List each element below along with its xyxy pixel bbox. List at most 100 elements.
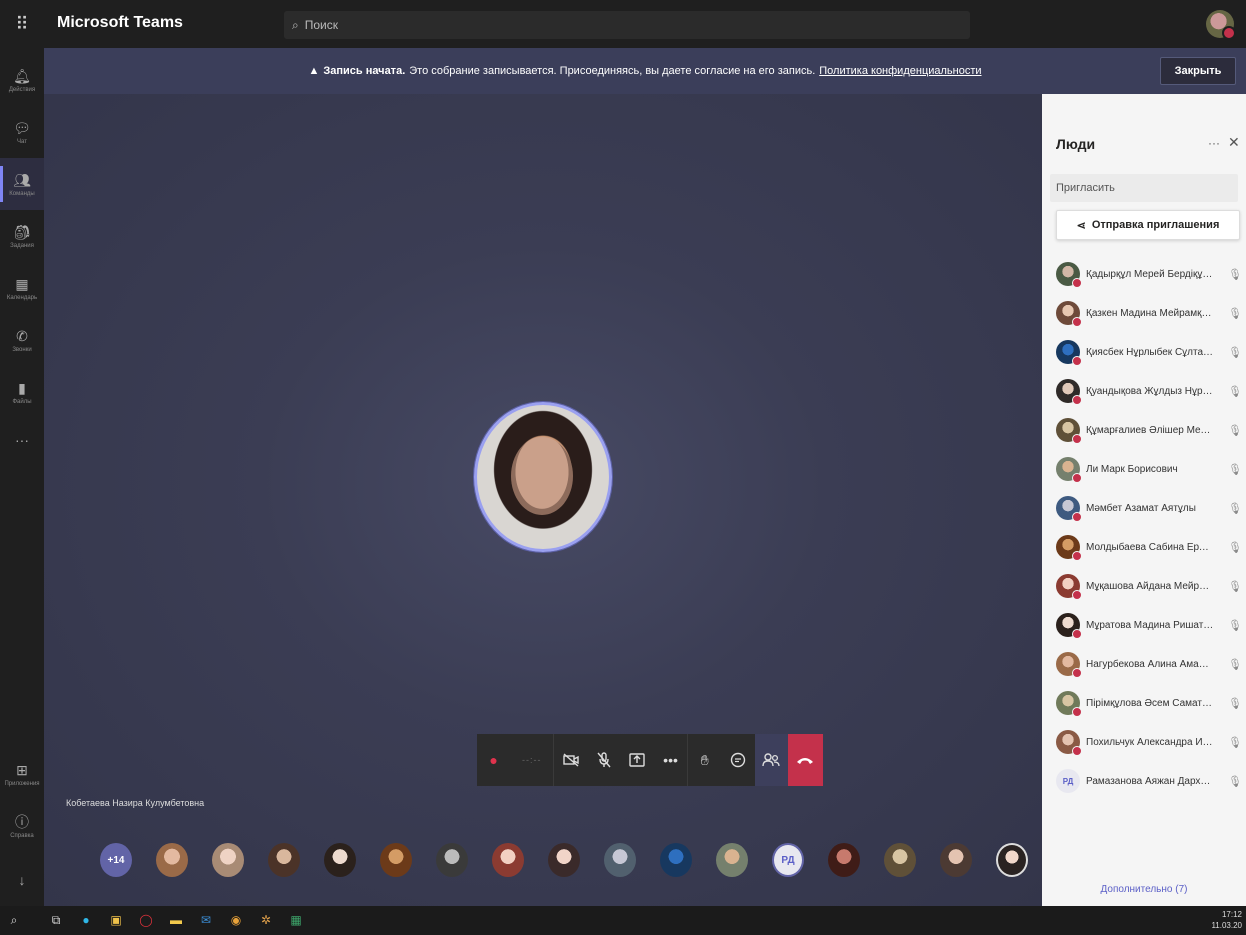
more-participants-badge[interactable]: +14 bbox=[100, 843, 132, 877]
meeting-chat-icon[interactable] bbox=[721, 734, 754, 786]
participant-thumb[interactable] bbox=[212, 843, 244, 877]
avatar bbox=[1056, 652, 1082, 678]
download-icon[interactable]: ↓ bbox=[0, 854, 44, 906]
edge-icon[interactable]: ● bbox=[78, 912, 94, 928]
invite-input[interactable]: Пригласить bbox=[1050, 174, 1238, 202]
list-item[interactable]: Молдыбаева Сабина Ерлан... 🎙︎ bbox=[1042, 528, 1246, 566]
avatar bbox=[1056, 340, 1082, 366]
close-icon[interactable]: ✕ bbox=[1228, 134, 1240, 151]
speaker-name: Кобетаева Назира Кулумбетовна bbox=[66, 798, 205, 808]
mic-off-icon[interactable] bbox=[587, 734, 620, 786]
mic-off-icon: 🎙︎ bbox=[1228, 346, 1242, 359]
raise-hand-icon[interactable]: ✋︎ bbox=[688, 734, 721, 786]
phone-icon: ✆ bbox=[16, 327, 28, 344]
rail-item-apps[interactable]: ⊞ Приложения bbox=[0, 748, 44, 800]
avatar bbox=[1056, 730, 1082, 756]
list-item[interactable]: Қиясбек Нұрлыбек Сұлтан... 🎙︎ bbox=[1042, 333, 1246, 371]
mic-off-icon: 🎙︎ bbox=[1228, 502, 1242, 515]
speaker-avatar[interactable] bbox=[474, 402, 612, 552]
list-item[interactable]: Мұқашова Айдана Мейрам... 🎙︎ bbox=[1042, 567, 1246, 605]
camera-off-icon[interactable] bbox=[554, 734, 587, 786]
participant-thumb[interactable] bbox=[660, 843, 692, 877]
privacy-policy-link[interactable]: Политика конфиденциальности bbox=[819, 65, 981, 77]
meeting-stage: Кобетаева Назира Кулумбетовна ● --:-- ••… bbox=[44, 94, 1042, 906]
participants-icon[interactable] bbox=[754, 734, 788, 786]
close-banner-button[interactable]: Закрыть bbox=[1160, 57, 1236, 85]
list-item[interactable]: Ли Марк Борисович 🎙︎ bbox=[1042, 450, 1246, 488]
rail-more-icon[interactable]: ··· bbox=[0, 414, 44, 466]
store-icon[interactable]: ▣ bbox=[108, 912, 124, 928]
mail-icon[interactable]: ✉︎ bbox=[198, 912, 214, 928]
mic-off-icon: 🎙︎ bbox=[1228, 580, 1242, 593]
task-view-icon[interactable]: ⧉ bbox=[48, 912, 64, 928]
search-input[interactable]: ⌕ Поиск bbox=[284, 11, 970, 39]
participant-thumb[interactable] bbox=[436, 843, 468, 877]
mic-off-icon: 🎙︎ bbox=[1228, 775, 1242, 788]
more-options-icon[interactable]: ··· bbox=[1208, 136, 1220, 150]
participant-thumb[interactable] bbox=[268, 843, 300, 877]
list-item[interactable]: Құмарғалиев Әлішер Меде... 🎙︎ bbox=[1042, 411, 1246, 449]
list-item[interactable]: Пірімқұлова Әсем Саматқы... 🎙︎ bbox=[1042, 684, 1246, 722]
list-item[interactable]: Нагурбекова Алина Аманге... 🎙︎ bbox=[1042, 645, 1246, 683]
participant-thumb[interactable] bbox=[548, 843, 580, 877]
mic-off-icon: 🎙︎ bbox=[1228, 424, 1242, 437]
rail-item-help[interactable]: ⓘ Справка bbox=[0, 800, 44, 852]
participant-thumb[interactable] bbox=[996, 843, 1028, 877]
app-icon[interactable]: ✲ bbox=[258, 912, 274, 928]
send-invite-button[interactable]: ⋖ Отправка приглашения bbox=[1056, 210, 1240, 240]
list-item[interactable]: Похильчук Александра Ив... 🎙︎ bbox=[1042, 723, 1246, 761]
hang-up-button[interactable] bbox=[787, 734, 824, 786]
list-item[interactable]: Қуандықова Жұлдыз Нұры... 🎙︎ bbox=[1042, 372, 1246, 410]
system-clock[interactable]: 17:12 11.03.20 bbox=[1211, 909, 1242, 931]
share-screen-icon[interactable] bbox=[621, 734, 654, 786]
mic-off-icon: 🎙︎ bbox=[1228, 463, 1242, 476]
mic-off-icon: 🎙︎ bbox=[1228, 736, 1242, 749]
show-more-link[interactable]: Дополнительно (7) bbox=[1042, 884, 1246, 895]
chat-icon: 💬︎ bbox=[13, 119, 31, 136]
avatar bbox=[1056, 613, 1082, 639]
rail-item-calls[interactable]: ✆ Звонки bbox=[0, 314, 44, 366]
participant-thumb[interactable] bbox=[716, 843, 748, 877]
excel-icon[interactable]: ▦ bbox=[288, 912, 304, 928]
apps-icon: ⊞ bbox=[16, 761, 28, 778]
rail-item-activity[interactable]: 🔔︎ Действия bbox=[0, 54, 44, 106]
mic-off-icon: 🎙︎ bbox=[1228, 697, 1242, 710]
chrome-icon[interactable]: ◉ bbox=[228, 912, 244, 928]
participant-thumb[interactable] bbox=[380, 843, 412, 877]
avatar bbox=[1056, 496, 1082, 522]
top-bar: ⠿ Microsoft Teams ⌕ Поиск bbox=[0, 0, 1246, 48]
list-item[interactable]: Қадырқұл Мерей Бердіқұл... 🎙︎ bbox=[1042, 255, 1246, 293]
participant-thumb[interactable] bbox=[828, 843, 860, 877]
more-actions-icon[interactable]: ••• bbox=[654, 734, 687, 786]
call-toolbar: ● --:-- ••• ✋︎ bbox=[477, 734, 824, 786]
avatar bbox=[1056, 457, 1082, 483]
participant-thumb[interactable] bbox=[604, 843, 636, 877]
list-item[interactable]: Мәмбет Азамат Аятұлы 🎙︎ bbox=[1042, 489, 1246, 527]
assignments-icon: 🎒︎ bbox=[13, 223, 31, 240]
participant-thumb[interactable] bbox=[156, 843, 188, 877]
search-icon[interactable]: ⌕ bbox=[6, 912, 22, 928]
help-icon: ⓘ bbox=[15, 813, 29, 830]
app-launcher-icon[interactable]: ⠿ bbox=[0, 0, 44, 48]
rail-item-chat[interactable]: 💬︎ Чат bbox=[0, 106, 44, 158]
avatar bbox=[1056, 691, 1082, 717]
participant-thumb[interactable] bbox=[884, 843, 916, 877]
user-avatar[interactable] bbox=[1206, 10, 1236, 40]
rail-item-teams[interactable]: 👥︎ Команды bbox=[0, 158, 44, 210]
participant-strip: +14 РД bbox=[100, 843, 1040, 883]
file-explorer-icon[interactable]: ▬ bbox=[168, 912, 184, 928]
app-title: Microsoft Teams bbox=[57, 14, 183, 31]
rail-item-files[interactable]: ▮ Файлы bbox=[0, 366, 44, 418]
rail-item-calendar[interactable]: ▦ Календарь bbox=[0, 262, 44, 314]
list-item[interactable]: Қазкен Мадина Мейрамқы... 🎙︎ bbox=[1042, 294, 1246, 332]
mic-off-icon: 🎙︎ bbox=[1228, 541, 1242, 554]
participant-initials-avatar[interactable]: РД bbox=[772, 843, 804, 877]
calendar-icon: ▦ bbox=[15, 275, 29, 292]
list-item[interactable]: РД Рамазанова Аяжан Дархан... 🎙︎ bbox=[1042, 762, 1246, 800]
participant-thumb[interactable] bbox=[324, 843, 356, 877]
list-item[interactable]: Мұратова Мадина Ришатқ... 🎙︎ bbox=[1042, 606, 1246, 644]
rail-item-assignments[interactable]: 🎒︎ Задания bbox=[0, 210, 44, 262]
participant-thumb[interactable] bbox=[940, 843, 972, 877]
participant-thumb[interactable] bbox=[492, 843, 524, 877]
opera-icon[interactable]: ◯ bbox=[138, 912, 154, 928]
